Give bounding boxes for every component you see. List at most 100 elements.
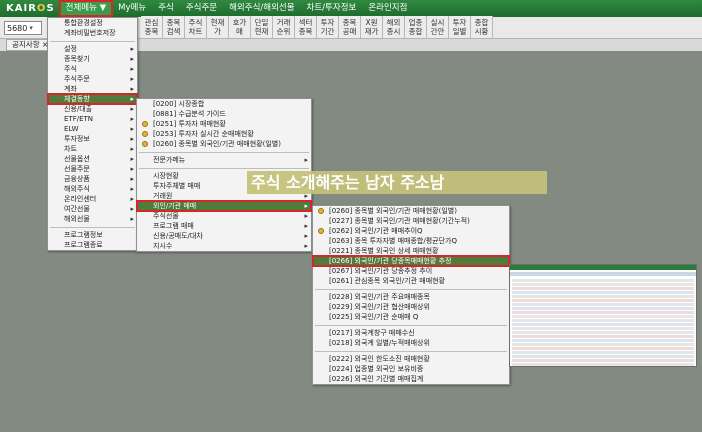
quick-button-14[interactable]: 투자 일별 [449,16,471,38]
top-menu-item-5[interactable]: 차트/투자정보 [301,1,363,16]
main-menu-item[interactable]: 신용/대출 [48,104,137,114]
quick-button-5[interactable]: 단일 현재 [251,16,273,38]
quick-button-13[interactable]: 실시 간안 [427,16,449,38]
submenu-item-label: 주식선물 [153,212,179,220]
foreign-menu-item[interactable]: [0221] 종목별 외국인 상세 매매현황 [313,246,509,256]
main-menu-item-label: 금융상품 [64,175,90,183]
foreign-menu-item[interactable]: [0267] 외국인/기관 당종추정 추이 [313,266,509,276]
submenu-item[interactable]: [0881] 수급분석 가이드 [137,109,311,119]
foreign-menu-item[interactable]: [0224] 업종별 외국인 보유비중 [313,364,509,374]
foreign-menu-item-label: [0226] 외국인 기간별 매매집계 [329,375,424,383]
main-menu-item[interactable]: 설정 [48,44,137,54]
main-menu-item[interactable]: ETF/ETN [48,114,137,124]
main-menu-item-label: 계좌 [64,85,77,93]
main-menu-item[interactable]: 투자정보 [48,134,137,144]
quick-button-6[interactable]: 거래 순위 [273,16,295,38]
main-menu-item[interactable]: 차트 [48,144,137,154]
foreign-menu-item[interactable]: [0222] 외국인 한도소진 매매현황 [313,354,509,364]
foreign-menu-item-label: [0262] 외국인/기관 매매추이Q [329,227,423,235]
main-menu-item-label: ELW [64,125,79,133]
quick-button-10[interactable]: X원 재가 [361,16,383,38]
quick-button-4[interactable]: 호가 매 [229,16,251,38]
main-menu-item[interactable]: ELW [48,124,137,134]
submenu-item[interactable]: 주식선물 [137,211,311,221]
submenu-item[interactable]: 신용/공매도/대차 [137,231,311,241]
chevron-down-icon[interactable]: ▾ [29,24,33,32]
quick-button-15[interactable]: 종합 시황 [471,16,493,38]
foreign-menu-item[interactable]: [0260] 종목별 외국인/기관 매매현황(일별) [313,206,509,216]
main-menu-item[interactable]: 계좌 [48,84,137,94]
foreign-menu-item[interactable]: [0228] 외국인/기관 주요매매종목 [313,292,509,302]
foreign-menu-item[interactable]: [0227] 종목별 외국인/기관 매매현황(기간누적) [313,216,509,226]
foreign-menu-item[interactable]: [0226] 외국인 기간별 매매집계 [313,374,509,384]
quick-button-row: 관심 종목 종목 검색 주식 차트 현재 가 호가 매 단일 현재 거래 순위 섹터 종목 투자… [141,16,493,38]
quick-button-0[interactable]: 관심 종목 [141,16,163,38]
main-menu-item[interactable]: 선물주문 [48,164,137,174]
main-menu-item[interactable]: 종목찾기 [48,54,137,64]
foreign-menu-item-label: [0225] 외국인/기관 순매매 Q [329,313,419,321]
foreign-menu-item[interactable]: [0225] 외국인/기관 순매매 Q [313,312,509,322]
submenu-item[interactable]: [0253] 투자자 실시간 순매매현황 [137,129,311,139]
foreign-menu-item-label: [0221] 종목별 외국인 상세 매매현황 [329,247,439,255]
stock-code-input[interactable]: 5680 ▾ [4,21,42,35]
submenu-item[interactable]: 전문가메뉴 [137,155,311,165]
foreign-menu-item[interactable]: [0218] 외국계 일별/누적매매상위 [313,338,509,348]
main-menu-item[interactable]: 체결동향 [47,93,138,105]
menu-separator [315,286,507,290]
quick-button-12[interactable]: 업종 종합 [405,16,427,38]
main-menu-item[interactable]: 온라인센터 [48,194,137,204]
main-menu-item[interactable]: 여간선물 [48,204,137,214]
submenu-item[interactable]: [0260] 종목별 외국인/기관 매매현황(일별) [137,139,311,149]
top-menu-item-1[interactable]: My메뉴 [112,1,152,16]
submenu-item-label: 지시수 [153,242,173,250]
main-menu-item[interactable]: 금융상품 [48,174,137,184]
quick-button-11[interactable]: 해외 종시 [383,16,405,38]
quick-button-2[interactable]: 주식 차트 [185,16,207,38]
submenu-item[interactable]: [0251] 투자자 매매현황 [137,119,311,129]
foreign-menu-item[interactable]: [0263] 종목 투자자별 매매종합/평균단가Q [313,236,509,246]
quick-button-9[interactable]: 종목 공매 [339,16,361,38]
top-menu-bar: KAIROS 전체메뉴 ▼ My메뉴 주식 주식주문 해외주식/해외선물 차트/투자정보 온… [0,0,702,17]
foreign-menu-item-label: [0217] 외국계창구 매매수신 [329,329,415,337]
quick-button-7[interactable]: 섹터 종목 [295,16,317,38]
foreign-menu-item[interactable]: [0229] 외국인/기관 협산매매상위 [313,302,509,312]
main-menu-item[interactable]: 프로그램종료 [48,240,137,250]
main-menu-item-label: 해외선물 [64,215,90,223]
main-menu-item-label: 신용/대출 [64,105,93,113]
foreign-institution-submenu: [0260] 종목별 외국인/기관 매매현황(일별) [0227] 종목별 외국인… [312,205,510,385]
screen-icon [142,131,148,137]
main-menu-item[interactable]: 주식주문 [48,74,137,84]
submenu-item[interactable]: 프로그램 매매 [137,221,311,231]
submenu-item[interactable]: [0200] 시장종합 [137,99,311,109]
main-menu-item[interactable]: 해외선물 [48,214,137,224]
submenu-item-label: [0260] 종목별 외국인/기관 매매현황(일별) [153,140,281,148]
top-menu-item-3[interactable]: 주식주문 [180,1,223,16]
main-menu-item-label: 차트 [64,145,77,153]
top-menu-item-2[interactable]: 주식 [152,1,180,16]
quick-button-3[interactable]: 현재 가 [207,16,229,38]
main-menu-item[interactable]: 통합환경설정 [48,18,137,28]
main-menu-item[interactable]: 해외주식 [48,184,137,194]
quick-button-8[interactable]: 투자 기간 [317,16,339,38]
foreign-menu-item[interactable]: [0261] 관심종목 외국인/기관 매매현황 [313,276,509,286]
main-menu-item-label: 프로그램정보 [64,231,103,239]
quick-button-1[interactable]: 종목 검색 [163,16,185,38]
foreign-menu-item[interactable]: [0266] 외국인/기관 당종목매매현황 추정 [312,255,510,267]
foreign-menu-item-label: [0266] 외국인/기관 당종목매매현황 추정 [329,257,452,265]
main-menu-item-label: ETF/ETN [64,115,94,123]
main-menu-item[interactable]: 주식 [48,64,137,74]
top-menu-item-4[interactable]: 해외주식/해외선물 [223,1,300,16]
main-menu-item[interactable]: 선물옵션 [48,154,137,164]
main-menu-item[interactable]: 프로그램정보 [48,230,137,240]
foreign-menu-item[interactable]: [0262] 외국인/기관 매매추이Q [313,226,509,236]
submenu-item-label: [0251] 투자자 매매현황 [153,120,226,128]
foreign-menu-item[interactable]: [0217] 외국계창구 매매수신 [313,328,509,338]
main-menu-item-label: 온라인센터 [64,195,97,203]
top-menu-item-6[interactable]: 온라인지점 [362,1,413,16]
screen-icon [142,121,148,127]
submenu-item[interactable]: 지시수 [137,241,311,251]
main-menu-item-label: 종목찾기 [64,55,90,63]
submenu-item[interactable]: 외인/기관 매매 [136,200,312,212]
top-menu-item-0[interactable]: 전체메뉴 ▼ [58,0,114,17]
main-menu-item[interactable]: 계좌비밀번호저장 [48,28,137,38]
